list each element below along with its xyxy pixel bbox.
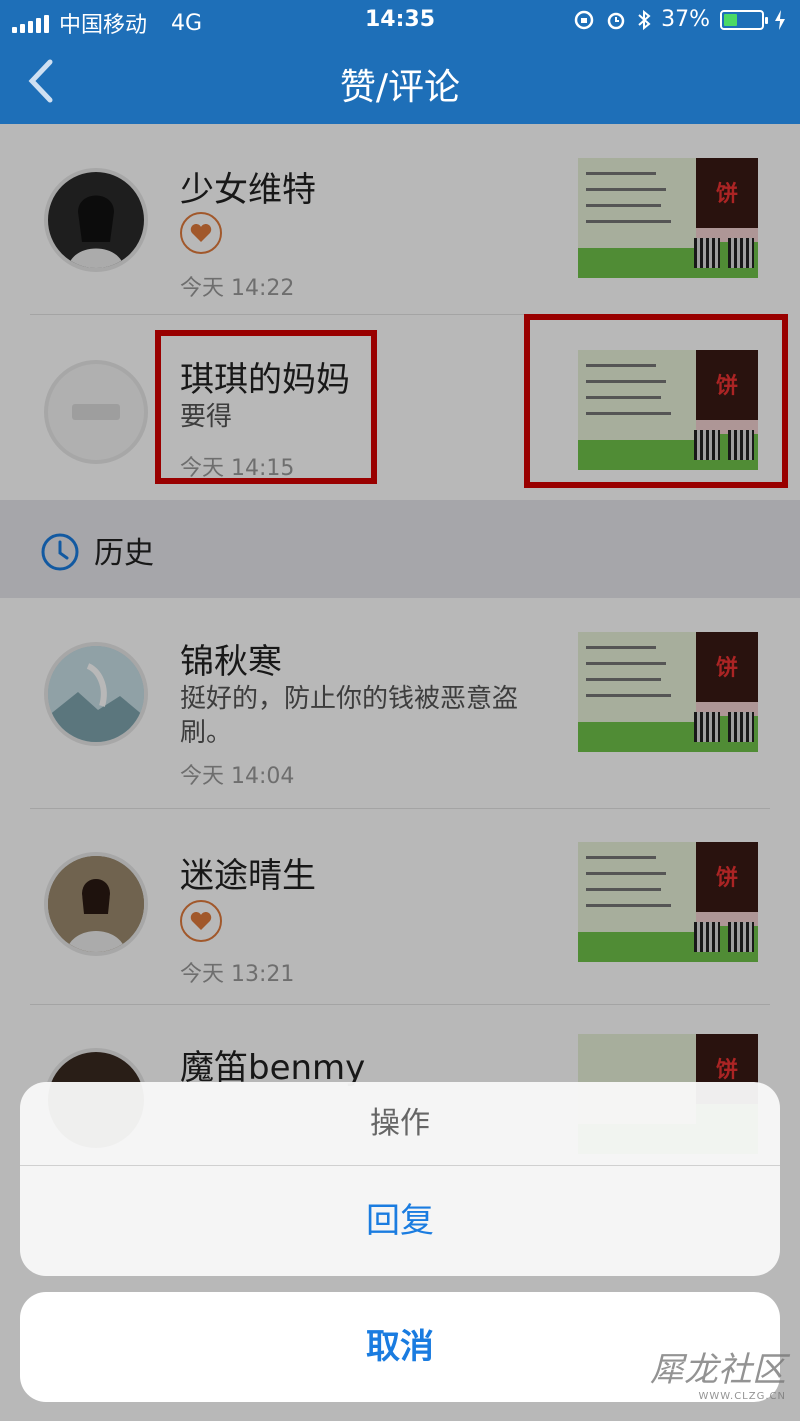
page-title: 赞/评论	[339, 67, 461, 108]
watermark: 犀龙社区 WWW.CLZG.CN	[650, 1342, 786, 1402]
orientation-lock-icon	[574, 10, 594, 29]
watermark-text: 犀龙社区	[650, 1350, 786, 1390]
action-sheet-title: 操作	[20, 1082, 780, 1166]
action-sheet: 操作 回复	[20, 1082, 780, 1276]
nav-bar: 赞/评论	[0, 40, 800, 124]
reply-button[interactable]: 回复	[20, 1166, 780, 1276]
battery-percent: 37%	[661, 7, 710, 32]
bluetooth-icon	[638, 9, 651, 30]
watermark-url: WWW.CLZG.CN	[698, 1391, 786, 1402]
battery-icon	[720, 9, 768, 30]
status-bar: 中国移动 4G 14:35 37%	[0, 0, 800, 40]
charging-icon	[775, 9, 785, 30]
alarm-icon	[607, 12, 625, 29]
